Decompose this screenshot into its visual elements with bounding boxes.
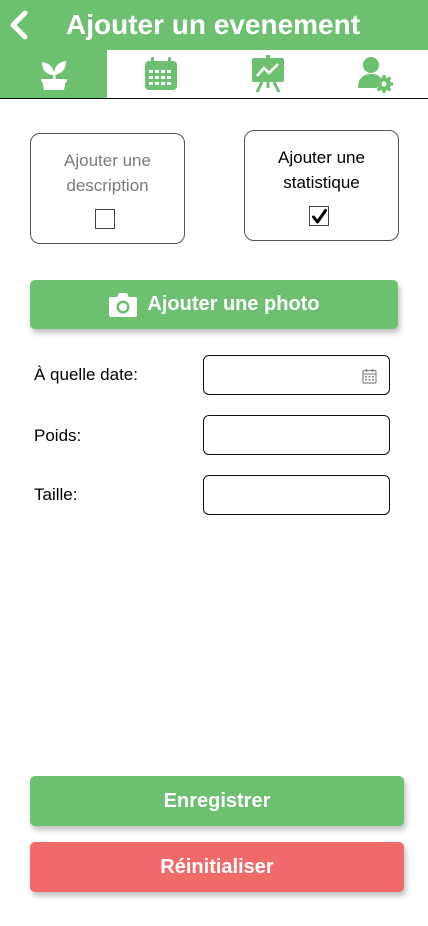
calendar-small-icon <box>362 369 377 384</box>
plant-icon <box>40 61 67 90</box>
tab-plant[interactable] <box>0 50 107 98</box>
date-field[interactable] <box>203 355 390 395</box>
add-photo-button[interactable]: Ajouter une photo <box>30 280 398 329</box>
option-description-label: Ajouter une description <box>64 151 151 195</box>
add-photo-label: Ajouter une photo <box>147 293 320 315</box>
height-field[interactable] <box>203 475 390 515</box>
tab-user-settings[interactable] <box>321 50 428 98</box>
weight-label: Poids: <box>34 426 82 445</box>
reset-button[interactable]: Réinitialiser <box>30 842 404 892</box>
save-button[interactable]: Enregistrer <box>30 776 404 826</box>
back-button[interactable] <box>6 8 32 42</box>
option-statistic-card[interactable]: Ajouter une statistique <box>244 130 399 241</box>
camera-icon <box>109 293 138 317</box>
page-title: Ajouter un evenement <box>66 9 361 40</box>
date-label: À quelle date: <box>34 365 138 384</box>
checkmark-icon <box>312 209 327 224</box>
tab-statistics[interactable] <box>214 50 321 98</box>
option-description-checkbox[interactable] <box>95 209 115 229</box>
tab-calendar[interactable] <box>107 50 214 98</box>
weight-field[interactable] <box>203 415 390 455</box>
calendar-icon <box>144 57 177 90</box>
tab-bar <box>0 50 428 99</box>
chart-presentation-icon <box>251 55 284 93</box>
option-statistic-checkbox[interactable] <box>309 206 329 226</box>
app-header: Ajouter un evenement <box>0 0 428 50</box>
option-statistic-label: Ajouter une statistique <box>278 148 365 192</box>
option-description-card[interactable]: Ajouter une description <box>30 133 185 244</box>
user-settings-icon <box>357 57 393 93</box>
height-label: Taille: <box>34 485 78 504</box>
chevron-left-icon <box>10 10 28 40</box>
